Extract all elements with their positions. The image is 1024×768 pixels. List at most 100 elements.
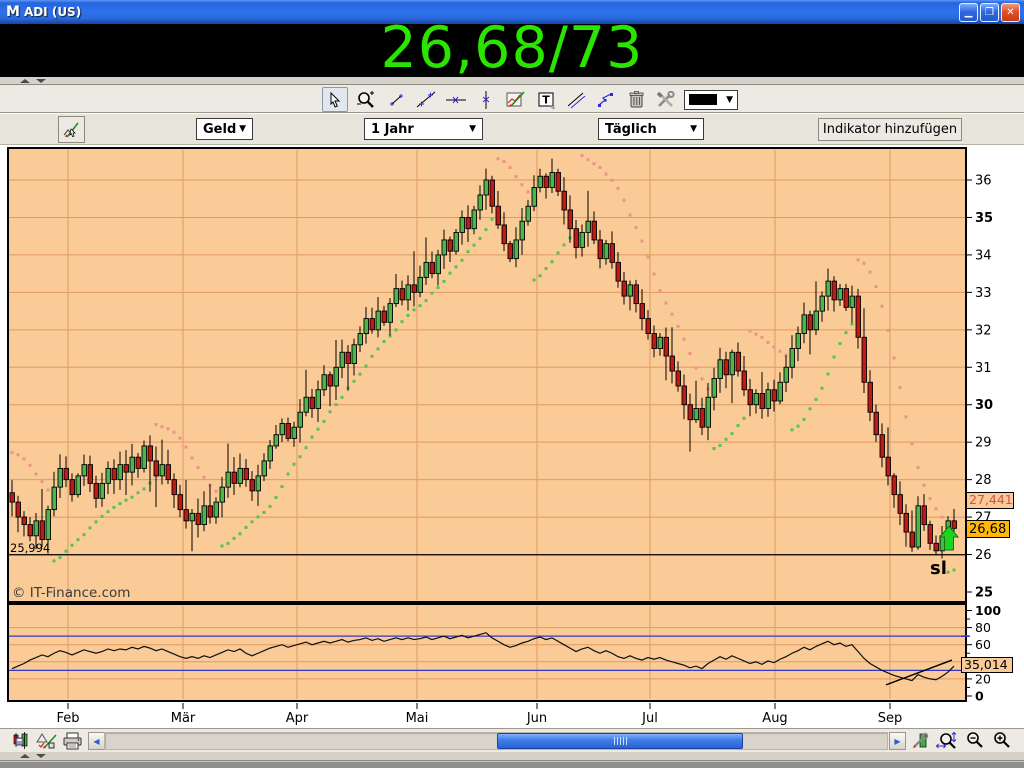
sar-dot bbox=[736, 424, 740, 428]
zoom-out-icon[interactable] bbox=[964, 730, 986, 752]
scroll-left-button[interactable]: ◀ bbox=[88, 732, 105, 750]
candle bbox=[609, 243, 615, 263]
source-select[interactable]: Geld ▼ bbox=[196, 118, 253, 140]
candle bbox=[483, 179, 489, 196]
pointer-tool-icon[interactable] bbox=[322, 87, 348, 112]
draw-indicator-tool-icon[interactable] bbox=[504, 88, 528, 111]
range-select[interactable]: 1 Jahr ▼ bbox=[364, 118, 483, 140]
candle bbox=[27, 524, 33, 537]
sar-dot bbox=[352, 379, 356, 383]
sar-dot bbox=[400, 320, 404, 324]
restore-button[interactable]: ❐ bbox=[980, 2, 999, 22]
sar-dot bbox=[262, 510, 266, 514]
chart-settings-icon[interactable] bbox=[910, 730, 932, 752]
line-tool-icon[interactable] bbox=[414, 88, 438, 111]
period-select[interactable]: Täglich ▼ bbox=[598, 118, 704, 140]
parallel-lines-tool-icon[interactable] bbox=[564, 88, 588, 111]
top-splitter[interactable] bbox=[0, 77, 1024, 85]
collapse-down-icon[interactable] bbox=[36, 79, 46, 83]
sar-dot bbox=[724, 437, 728, 441]
candle bbox=[207, 505, 213, 518]
candle bbox=[507, 243, 513, 260]
sar-dot bbox=[886, 328, 890, 332]
sar-dot bbox=[274, 496, 278, 500]
zoom-tool-icon[interactable] bbox=[354, 88, 378, 111]
segment-tool-icon[interactable] bbox=[384, 88, 408, 111]
candle bbox=[747, 389, 753, 406]
sar-dot bbox=[502, 160, 506, 164]
rsi-tick-label: 80 bbox=[975, 620, 991, 635]
sar-dot bbox=[622, 198, 626, 202]
rsi-trendline bbox=[885, 659, 953, 686]
sar-dot bbox=[64, 549, 68, 553]
close-button[interactable]: ✕ bbox=[1001, 2, 1020, 22]
candle bbox=[315, 389, 321, 409]
candle bbox=[363, 318, 369, 335]
month-label: Sep bbox=[878, 711, 903, 726]
candle bbox=[867, 381, 873, 413]
candle bbox=[75, 475, 81, 496]
candle bbox=[357, 333, 363, 346]
horizontal-scrollbar[interactable] bbox=[104, 732, 888, 750]
stop-loss-annotation[interactable]: sl bbox=[930, 558, 947, 579]
candle bbox=[69, 479, 75, 496]
sar-dot bbox=[172, 430, 176, 434]
vertical-line-tool-icon[interactable] bbox=[474, 88, 498, 111]
price-tick-label: 35 bbox=[975, 211, 993, 226]
candle bbox=[633, 284, 639, 305]
print-icon[interactable] bbox=[62, 730, 84, 752]
add-indicator-button[interactable]: Indikator hinzufügen bbox=[818, 118, 962, 141]
sar-dot bbox=[28, 463, 32, 467]
candle bbox=[531, 187, 537, 207]
candle bbox=[753, 393, 759, 406]
sar-dot bbox=[664, 301, 668, 305]
candle bbox=[621, 280, 627, 297]
drawing-alerts-icon[interactable] bbox=[36, 730, 58, 752]
chart-style-button[interactable] bbox=[58, 116, 85, 143]
color-picker-dropdown[interactable]: ▼ bbox=[684, 89, 738, 110]
candle bbox=[33, 520, 39, 537]
bottom-toolbar: ◀ ▶ bbox=[0, 728, 1024, 752]
sar-dot bbox=[76, 538, 80, 542]
settings-tools-icon[interactable] bbox=[654, 88, 678, 111]
candle bbox=[537, 175, 543, 188]
candle bbox=[45, 509, 51, 541]
candle bbox=[411, 284, 417, 293]
collapse-up-icon[interactable] bbox=[20, 754, 30, 758]
sar-dot bbox=[676, 324, 680, 328]
candle bbox=[369, 318, 375, 331]
sar-dot bbox=[106, 510, 110, 514]
collapse-down-icon[interactable] bbox=[36, 754, 46, 758]
text-tool-icon[interactable]: T bbox=[534, 88, 558, 111]
sar-dot bbox=[328, 410, 332, 414]
horizontal-line-tool-icon[interactable] bbox=[444, 88, 468, 111]
candle bbox=[87, 464, 93, 484]
bottom-splitter[interactable] bbox=[0, 752, 1024, 761]
sar-dot bbox=[454, 265, 458, 269]
candle bbox=[567, 209, 573, 230]
collapse-up-icon[interactable] bbox=[20, 79, 30, 83]
trash-icon[interactable] bbox=[624, 88, 648, 111]
sar-dot bbox=[508, 165, 512, 169]
candle bbox=[231, 471, 237, 484]
candle bbox=[189, 512, 195, 522]
sar-dot bbox=[160, 425, 164, 429]
scroll-right-button[interactable]: ▶ bbox=[889, 732, 906, 750]
watermark: © IT-Finance.com bbox=[12, 585, 130, 601]
zoom-fit-icon[interactable] bbox=[936, 730, 958, 752]
save-chart-icon[interactable] bbox=[10, 730, 32, 752]
minimize-button[interactable]: ▁ bbox=[959, 2, 978, 22]
candle bbox=[171, 479, 177, 496]
candle bbox=[663, 336, 669, 357]
candle bbox=[225, 471, 231, 488]
candle bbox=[51, 486, 57, 511]
zigzag-tool-icon[interactable] bbox=[594, 88, 618, 111]
sar-dot bbox=[376, 347, 380, 351]
candle bbox=[705, 396, 711, 428]
candle bbox=[195, 512, 201, 526]
scrollbar-thumb[interactable] bbox=[497, 733, 743, 749]
sar-dot bbox=[754, 332, 758, 336]
zoom-in-icon[interactable] bbox=[991, 730, 1013, 752]
sar-dot bbox=[190, 456, 194, 460]
candle bbox=[825, 280, 831, 297]
